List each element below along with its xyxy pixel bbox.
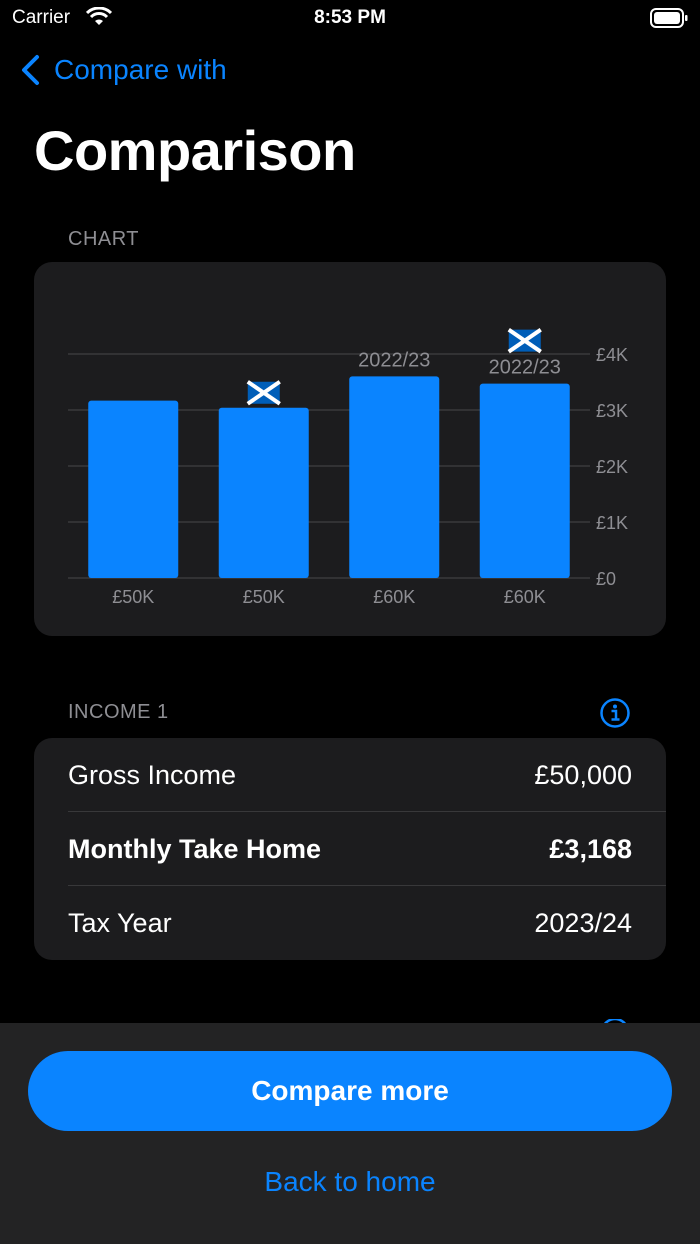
back-button-label: Compare with [54,54,227,85]
x-tick-label: £60K [504,587,546,607]
x-tick-label: £60K [373,587,415,607]
status-time: 8:53 PM [314,7,386,28]
chart-section-header: CHART [68,228,140,250]
chart-bar [479,383,570,578]
monthly-take-home-label: Monthly Take Home [68,833,322,864]
gross-income-row: Gross Income £50,000 [68,738,666,812]
tax-year-value: 2023/24 [534,907,632,938]
y-tick-label: £4K [596,345,628,365]
bar-chart: £0 £1K £2K £3K £4K £50K £50K 2022/23 £60K 2022/23… [68,328,628,607]
back-to-home-link[interactable]: Back to home [0,1166,700,1198]
battery-icon [650,8,688,28]
bar-annotation-label: 2022/23 [358,349,430,371]
page-title: Comparison [34,119,356,182]
tax-year-row: Tax Year 2023/24 [68,886,666,960]
chart-bar [88,400,179,578]
x-tick-label: £50K [243,587,285,607]
chevron-left-icon [22,55,39,85]
chart-bar [218,407,309,578]
scotland-flag-icon [507,328,542,354]
income-card: Gross Income £50,000 Monthly Take Home £… [34,738,666,960]
status-bar: Carrier 8:53 PM [0,0,700,36]
monthly-take-home-row: Monthly Take Home £3,168 [68,812,666,886]
chart-card: £0 £1K £2K £3K £4K £50K £50K 2022/23 £60K 2022/23… [34,262,666,636]
income-section-header: INCOME 1 [68,701,169,723]
tax-year-label: Tax Year [68,907,172,938]
bar-annotation-label: 2022/23 [489,357,561,379]
gross-income-label: Gross Income [68,759,237,790]
y-tick-label: £2K [596,457,628,477]
scotland-flag-icon [246,380,281,406]
monthly-take-home-value: £3,168 [549,833,632,864]
y-tick-label: £1K [596,513,628,533]
gross-income-value: £50,000 [534,759,632,790]
info-circle-icon[interactable] [599,697,631,729]
back-button[interactable]: Compare with [20,54,227,86]
y-tick-label: £3K [596,401,628,421]
x-tick-label: £50K [112,587,154,607]
compare-more-button[interactable]: Compare more [28,1051,672,1131]
chart-bar [349,376,440,578]
y-tick-label: £0 [596,569,616,589]
